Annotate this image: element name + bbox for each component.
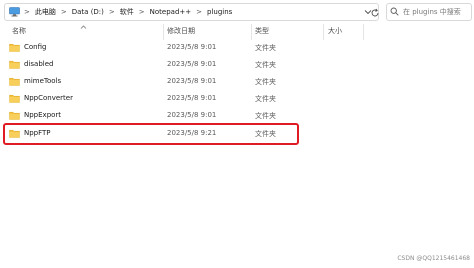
breadcrumb-separator: > bbox=[196, 8, 203, 16]
sort-ascending-icon bbox=[80, 24, 87, 31]
folder-icon bbox=[9, 111, 20, 120]
breadcrumb-separator: > bbox=[60, 8, 67, 16]
computer-icon bbox=[8, 6, 20, 18]
search-input[interactable]: 在 plugins 中搜索 bbox=[386, 3, 472, 21]
column-headers: 名称 修改日期 类型 大小 bbox=[0, 24, 474, 40]
list-item[interactable]: mimeTools 2023/5/8 9:01 文件夹 bbox=[4, 74, 334, 90]
column-divider[interactable] bbox=[163, 24, 164, 40]
file-name: disabled bbox=[24, 60, 54, 68]
refresh-button[interactable] bbox=[367, 4, 383, 20]
folder-icon bbox=[9, 60, 20, 69]
list-item[interactable]: Config 2023/5/8 9:01 文件夹 bbox=[4, 40, 334, 56]
address-bar[interactable]: > 此电脑 > Data (D:) > 软件 > Notepad++ > plu… bbox=[4, 3, 379, 21]
folder-icon bbox=[9, 43, 20, 52]
column-divider[interactable] bbox=[323, 24, 324, 40]
file-name: mimeTools bbox=[24, 77, 62, 85]
refresh-icon bbox=[370, 3, 380, 22]
list-item[interactable]: NppExport 2023/5/8 9:01 文件夹 bbox=[4, 108, 334, 124]
folder-icon bbox=[9, 129, 20, 138]
file-date: 2023/5/8 9:01 bbox=[167, 43, 217, 51]
folder-icon bbox=[9, 94, 20, 103]
file-type: 文件夹 bbox=[255, 95, 276, 103]
breadcrumb-this-pc[interactable]: 此电脑 bbox=[34, 7, 57, 17]
file-name: Config bbox=[24, 43, 47, 51]
search-placeholder: 在 plugins 中搜索 bbox=[403, 8, 461, 16]
column-divider[interactable] bbox=[363, 24, 364, 40]
column-header-date[interactable]: 修改日期 bbox=[167, 26, 195, 38]
breadcrumb-notepadpp[interactable]: Notepad++ bbox=[149, 8, 192, 16]
file-type: 文件夹 bbox=[255, 78, 276, 86]
file-date: 2023/5/8 9:01 bbox=[167, 60, 217, 68]
list-item[interactable]: disabled 2023/5/8 9:01 文件夹 bbox=[4, 57, 334, 73]
file-name: NppExport bbox=[24, 111, 62, 119]
column-header-type[interactable]: 类型 bbox=[255, 26, 269, 38]
file-type: 文件夹 bbox=[255, 61, 276, 69]
file-name: NppFTP bbox=[24, 129, 51, 137]
breadcrumb-plugins[interactable]: plugins bbox=[206, 8, 233, 16]
file-type: 文件夹 bbox=[255, 130, 276, 138]
watermark: CSDN @QQ1215461468 bbox=[397, 255, 470, 262]
list-item[interactable]: NppFTP 2023/5/8 9:21 文件夹 bbox=[4, 126, 334, 142]
file-name: NppConverter bbox=[24, 94, 73, 102]
breadcrumb-software[interactable]: 软件 bbox=[119, 7, 135, 17]
file-date: 2023/5/8 9:01 bbox=[167, 111, 217, 119]
breadcrumb-separator: > bbox=[138, 8, 145, 16]
file-date: 2023/5/8 9:01 bbox=[167, 77, 217, 85]
column-header-name[interactable]: 名称 bbox=[12, 26, 26, 38]
folder-icon bbox=[9, 77, 20, 86]
file-explorer-window: > 此电脑 > Data (D:) > 软件 > Notepad++ > plu… bbox=[0, 0, 474, 268]
file-date: 2023/5/8 9:01 bbox=[167, 94, 217, 102]
column-divider[interactable] bbox=[251, 24, 252, 40]
list-item[interactable]: NppConverter 2023/5/8 9:01 文件夹 bbox=[4, 91, 334, 107]
file-date: 2023/5/8 9:21 bbox=[167, 129, 217, 137]
file-type: 文件夹 bbox=[255, 44, 276, 52]
file-type: 文件夹 bbox=[255, 112, 276, 120]
search-icon bbox=[390, 7, 400, 17]
breadcrumb-separator: > bbox=[108, 8, 115, 16]
column-header-size[interactable]: 大小 bbox=[328, 26, 342, 38]
breadcrumb-separator: > bbox=[24, 8, 30, 16]
breadcrumb-data-drive[interactable]: Data (D:) bbox=[71, 8, 105, 16]
